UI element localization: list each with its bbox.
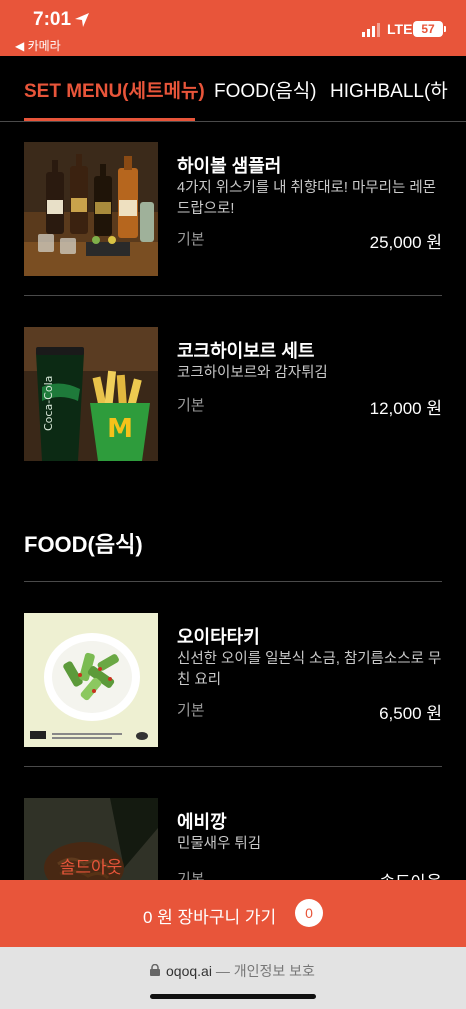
location-arrow-icon	[75, 13, 89, 27]
cart-label: 0 원 장바구니 가기	[143, 908, 277, 927]
tab-set-menu[interactable]: SET MENU(세트메뉴)	[24, 76, 205, 103]
ebi-kkang-image: 솔드아웃	[24, 798, 158, 880]
item-option: 기본	[177, 702, 205, 719]
highball-sampler-image	[24, 142, 158, 276]
item-option: 기본	[177, 871, 205, 880]
item-price: 12,000 원	[369, 399, 442, 418]
section-divider	[24, 581, 442, 582]
menu-item-highball-sampler[interactable]: 하이볼 샘플러 4가지 위스키를 내 취향대로! 마무리는 레몬 드랍으로! 기…	[0, 142, 466, 296]
item-option: 기본	[177, 231, 205, 248]
coke-highball-set-image: Coca-Cola M	[24, 327, 158, 461]
privacy-label: — 개인정보 보호	[215, 963, 315, 979]
svg-text:Coca-Cola: Coca-Cola	[42, 376, 55, 431]
section-title-food: FOOD(음식)	[24, 532, 143, 557]
browser-address-bar[interactable]: oqoq.ai — 개인정보 보호	[0, 947, 466, 1009]
category-tabs: SET MENU(세트메뉴) FOOD(음식) HIGHBALL(하	[0, 56, 466, 122]
home-indicator[interactable]	[150, 994, 316, 999]
url-text: oqoq.ai — 개인정보 보호	[166, 961, 315, 981]
item-name: 하이볼 샘플러	[177, 156, 282, 176]
item-name: 에비깡	[177, 812, 227, 832]
item-description: 코크하이보르와 감자튀김	[177, 365, 328, 381]
menu-item-oi-tataki[interactable]: 오이타타키 신선한 오이를 일본식 소금, 참기름소스로 무친 요리 기본 6,…	[0, 613, 466, 767]
tab-food[interactable]: FOOD(음식)	[214, 76, 317, 103]
status-time: 7:01	[33, 9, 72, 30]
item-description: 민물새우 튀김	[177, 836, 262, 852]
item-name: 오이타타키	[177, 627, 260, 647]
item-price: 솔드아웃	[379, 868, 442, 880]
tab-highball[interactable]: HIGHBALL(하	[330, 76, 448, 103]
item-divider	[24, 766, 442, 767]
back-to-app-link[interactable]: ◀ 카메라	[15, 37, 61, 54]
item-price: 25,000 원	[369, 233, 442, 252]
network-type: LTE	[387, 21, 413, 37]
item-description: 4가지 위스키를 내 취향대로! 마무리는 레몬 드랍으로!	[177, 180, 437, 217]
item-description: 신선한 오이를 일본식 소금, 참기름소스로 무친 요리	[177, 651, 442, 688]
url-domain: oqoq.ai	[166, 963, 212, 979]
menu-item-coke-highball-set[interactable]: Coca-Cola M 코크하이보르 세트 코크하이보르와 감자튀김 기본 12…	[0, 327, 466, 481]
signal-icon	[362, 23, 380, 37]
cart-count-badge: 0	[295, 899, 323, 927]
battery-icon: 57	[413, 21, 443, 37]
item-divider	[24, 295, 442, 296]
item-option: 기본	[177, 397, 205, 414]
soldout-label: 솔드아웃	[59, 858, 123, 877]
svg-text:M: M	[107, 414, 133, 444]
lock-icon	[150, 964, 160, 976]
cart-button[interactable]: 0 원 장바구니 가기	[0, 880, 466, 947]
status-bar: 7:01 ◀ 카메라 LTE 57	[0, 0, 466, 56]
item-price: 6,500 원	[379, 704, 442, 723]
battery-nub	[444, 26, 446, 32]
active-tab-indicator	[24, 118, 195, 121]
oi-tataki-image	[24, 613, 158, 747]
item-name: 코크하이보르 세트	[177, 341, 315, 361]
menu-item-ebi-kkang[interactable]: 솔드아웃 에비깡 민물새우 튀김 기본 솔드아웃	[0, 798, 466, 880]
